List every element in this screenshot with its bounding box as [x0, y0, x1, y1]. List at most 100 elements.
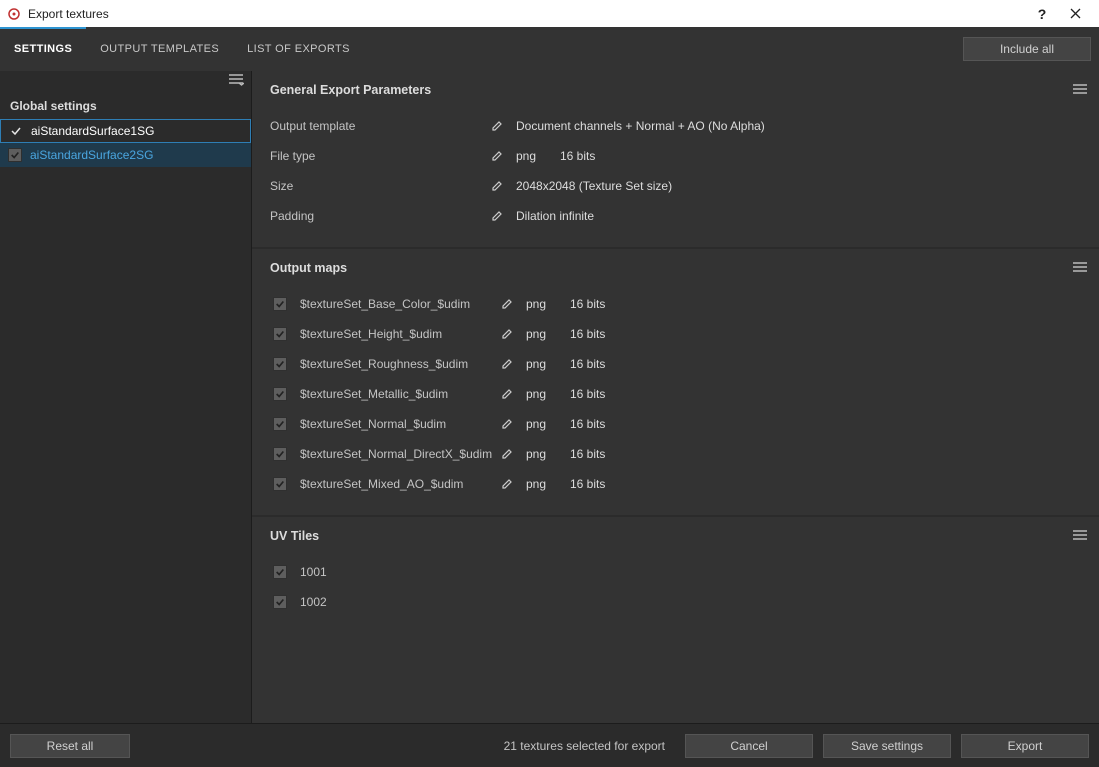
panel-title: UV Tiles — [270, 529, 1081, 543]
map-format: png — [526, 447, 560, 461]
output-map-row: $textureSet_Normal_$udim png 16 bits — [270, 409, 1081, 439]
include-all-container: Include all — [963, 37, 1091, 61]
uv-tile-label: 1002 — [300, 595, 327, 609]
edit-icon[interactable] — [498, 388, 516, 400]
edit-icon[interactable] — [498, 478, 516, 490]
map-name: $textureSet_Base_Color_$udim — [300, 297, 488, 311]
tab-settings[interactable]: SETTINGS — [0, 27, 86, 71]
map-name: $textureSet_Mixed_AO_$udim — [300, 477, 488, 491]
sidebar-menu-icon[interactable] — [227, 71, 245, 89]
texture-set-item[interactable]: aiStandardSurface2SG — [0, 143, 251, 167]
panel-menu-icon[interactable] — [1071, 527, 1089, 545]
value: Dilation infinite — [516, 209, 594, 223]
texture-set-item[interactable]: aiStandardSurface1SG — [0, 119, 251, 143]
edit-icon[interactable] — [488, 150, 506, 162]
map-format: png — [526, 387, 560, 401]
value-format: png — [516, 149, 550, 163]
map-name: $textureSet_Roughness_$udim — [300, 357, 488, 371]
map-checkbox[interactable] — [270, 357, 290, 371]
footer: Reset all 21 textures selected for expor… — [0, 723, 1099, 767]
label: Size — [270, 179, 478, 193]
uv-tile-row: 1001 — [270, 557, 1081, 587]
tab-output-templates[interactable]: OUTPUT TEMPLATES — [86, 27, 233, 71]
map-name: $textureSet_Height_$udim — [300, 327, 488, 341]
value: 2048x2048 (Texture Set size) — [516, 179, 672, 193]
sidebar-toolbar — [0, 71, 251, 95]
export-button[interactable]: Export — [961, 734, 1089, 758]
texture-set-label: aiStandardSurface1SG — [31, 124, 154, 138]
edit-icon[interactable] — [488, 180, 506, 192]
output-map-row: $textureSet_Roughness_$udim png 16 bits — [270, 349, 1081, 379]
uv-tile-label: 1001 — [300, 565, 327, 579]
map-bits: 16 bits — [570, 387, 605, 401]
output-map-row: $textureSet_Normal_DirectX_$udim png 16 bi… — [270, 439, 1081, 469]
map-checkbox[interactable] — [270, 387, 290, 401]
value: Document channels + Normal + AO (No Alph… — [516, 119, 765, 133]
label: Output template — [270, 119, 478, 133]
map-format: png — [526, 297, 560, 311]
map-name: $textureSet_Normal_$udim — [300, 417, 488, 431]
uv-checkbox[interactable] — [270, 595, 290, 609]
output-map-row: $textureSet_Mixed_AO_$udimpng16 bits — [270, 469, 1081, 499]
map-format: png — [526, 327, 560, 341]
map-checkbox[interactable] — [270, 297, 290, 311]
topbar: SETTINGS OUTPUT TEMPLATES LIST OF EXPORT… — [0, 27, 1099, 71]
row-padding: Padding Dilation infinite — [270, 201, 1081, 231]
label: File type — [270, 149, 478, 163]
edit-icon[interactable] — [498, 328, 516, 340]
panel-uv-tiles: UV Tiles 1001 1002 — [252, 515, 1099, 633]
output-map-row: $textureSet_Metallic_$udim png 16 bits — [270, 379, 1081, 409]
uv-tile-row: 1002 — [270, 587, 1081, 617]
row-size: Size 2048x2048 (Texture Set size) — [270, 171, 1081, 201]
sidebar: Global settings aiStandardSurface1SG aiS… — [0, 71, 252, 723]
tabs: SETTINGS OUTPUT TEMPLATES LIST OF EXPORT… — [0, 27, 364, 71]
cancel-button[interactable]: Cancel — [685, 734, 813, 758]
map-name: $textureSet_Normal_DirectX_$udim — [300, 447, 488, 461]
edit-icon[interactable] — [498, 448, 516, 460]
app-icon — [6, 6, 22, 22]
map-checkbox[interactable] — [270, 477, 290, 491]
map-format: png — [526, 357, 560, 371]
output-map-row: $textureSet_Base_Color_$udim png 16 bits — [270, 289, 1081, 319]
help-button[interactable]: ? — [1027, 0, 1057, 27]
panel-title: Output maps — [270, 261, 1081, 275]
map-bits: 16 bits — [570, 297, 605, 311]
edit-icon[interactable] — [498, 358, 516, 370]
include-all-button[interactable]: Include all — [963, 37, 1091, 61]
edit-icon[interactable] — [498, 298, 516, 310]
value-bits: 16 bits — [560, 149, 595, 163]
map-bits: 16 bits — [570, 417, 605, 431]
label: Padding — [270, 209, 478, 223]
texture-set-label: aiStandardSurface2SG — [30, 148, 153, 162]
close-button[interactable] — [1057, 0, 1093, 27]
tab-list-of-exports[interactable]: LIST OF EXPORTS — [233, 27, 364, 71]
map-bits: 16 bits — [570, 357, 605, 371]
panel-title: General Export Parameters — [270, 83, 1081, 97]
export-status: 21 textures selected for export — [504, 739, 665, 753]
checkbox[interactable] — [8, 148, 22, 162]
map-checkbox[interactable] — [270, 447, 290, 461]
panel-menu-icon[interactable] — [1071, 81, 1089, 99]
window-title: Export textures — [28, 7, 1027, 21]
reset-all-button[interactable]: Reset all — [10, 734, 130, 758]
row-output-template: Output template Document channels + Norm… — [270, 111, 1081, 141]
map-checkbox[interactable] — [270, 417, 290, 431]
panel-menu-icon[interactable] — [1071, 259, 1089, 277]
edit-icon[interactable] — [488, 210, 506, 222]
panel-general: General Export Parameters Output templat… — [252, 71, 1099, 247]
sidebar-heading: Global settings — [0, 95, 251, 119]
map-name: $textureSet_Metallic_$udim — [300, 387, 488, 401]
content: General Export Parameters Output templat… — [252, 71, 1099, 723]
edit-icon[interactable] — [488, 120, 506, 132]
map-checkbox[interactable] — [270, 327, 290, 341]
edit-icon[interactable] — [498, 418, 516, 430]
row-file-type: File type png 16 bits — [270, 141, 1081, 171]
uv-checkbox[interactable] — [270, 565, 290, 579]
map-bits: 16 bits — [570, 327, 605, 341]
panel-output-maps: Output maps $textureSet_Base_Color_$udim… — [252, 247, 1099, 515]
output-map-row: $textureSet_Height_$udim png 16 bits — [270, 319, 1081, 349]
save-settings-button[interactable]: Save settings — [823, 734, 951, 758]
map-format: png — [526, 417, 560, 431]
map-bits: 16 bits — [570, 447, 605, 461]
check-icon[interactable] — [9, 124, 23, 138]
